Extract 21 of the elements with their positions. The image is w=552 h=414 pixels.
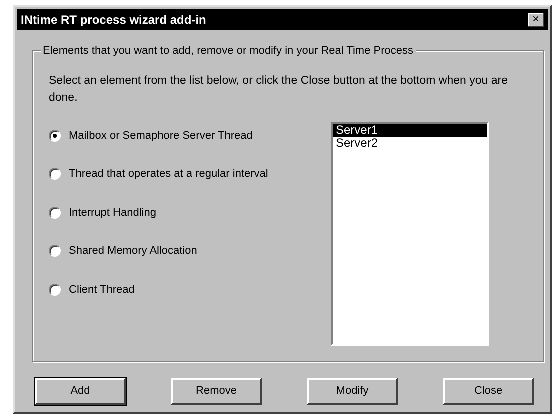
radio-label[interactable]: Shared Memory Allocation — [69, 243, 198, 260]
close-button[interactable]: × — [528, 12, 544, 26]
dialog-button[interactable]: Close — [443, 378, 534, 405]
list-item[interactable]: Server2 — [333, 136, 487, 150]
radio-button[interactable] — [49, 206, 61, 219]
radio-label[interactable]: Thread that operates at a regular interval — [69, 166, 268, 182]
radio-button[interactable] — [49, 130, 61, 142]
radio-label[interactable]: Client Thread — [69, 282, 135, 298]
radio-button[interactable] — [49, 245, 61, 258]
dialog-button[interactable]: Remove — [171, 378, 262, 405]
radio-label[interactable]: Interrupt Handling — [69, 204, 156, 221]
radio-button[interactable] — [49, 284, 61, 296]
dialog-button[interactable]: Modify — [307, 378, 398, 405]
radio-button[interactable] — [49, 168, 61, 180]
radio-label[interactable]: Mailbox or Semaphore Server Thread — [69, 128, 253, 144]
group-legend: Elements that you want to add, remove or modify in your Real Time Process — [41, 43, 416, 60]
list-item[interactable]: Server1 — [333, 124, 487, 136]
element-listbox[interactable]: Server1 Server2 — [331, 122, 489, 346]
dialog-button[interactable]: Add — [35, 378, 126, 405]
instructions-text: Select an element from the list below, or click the Close button at the bottom when you are done. — [49, 74, 509, 106]
window-title: INtime RT process wizard add-in — [21, 12, 206, 28]
